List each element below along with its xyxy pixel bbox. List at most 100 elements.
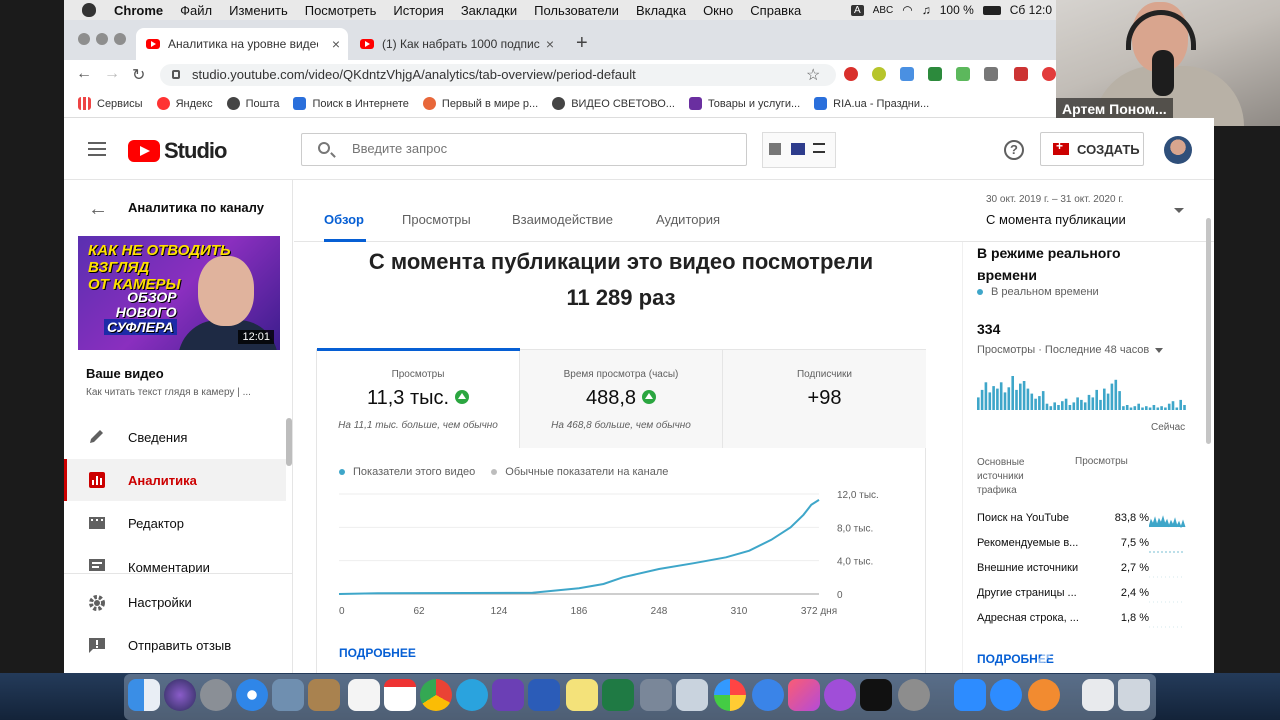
- bookmark-services[interactable]: Сервисы: [78, 97, 143, 110]
- date-range-dates[interactable]: 30 окт. 2019 г. – 31 окт. 2020 г.: [986, 194, 1124, 205]
- menu-history[interactable]: История: [393, 3, 443, 18]
- realtime-bar[interactable]: [1156, 407, 1160, 411]
- extension-4-icon[interactable]: [928, 67, 942, 81]
- realtime-bar[interactable]: [1148, 407, 1152, 411]
- bookmark-mail[interactable]: Пошта: [226, 97, 279, 110]
- input-language[interactable]: A: [851, 4, 864, 16]
- bookmark-goods[interactable]: Товары и услуги...: [688, 97, 800, 110]
- photos-icon[interactable]: [714, 679, 746, 711]
- apple-icon[interactable]: [82, 3, 96, 17]
- realtime-bar[interactable]: [1167, 403, 1171, 410]
- realtime-bar[interactable]: [1160, 406, 1163, 410]
- bookmark-yandex[interactable]: Яндекс: [156, 97, 213, 110]
- play-tool-icon[interactable]: [791, 143, 805, 155]
- search-input[interactable]: [352, 141, 732, 156]
- realtime-bar[interactable]: [1038, 396, 1041, 410]
- realtime-bar[interactable]: [1133, 406, 1137, 410]
- realtime-bar[interactable]: [1099, 399, 1102, 410]
- menu-help[interactable]: Справка: [750, 3, 801, 18]
- photo-app-icon[interactable]: [640, 679, 672, 711]
- word-icon[interactable]: [528, 679, 560, 711]
- new-tab-plus-icon[interactable]: +: [576, 32, 588, 55]
- realtime-bar[interactable]: [1011, 376, 1014, 410]
- realtime-bar[interactable]: [1129, 407, 1133, 411]
- menu-tab[interactable]: Вкладка: [636, 3, 686, 18]
- utility-icon[interactable]: [676, 679, 708, 711]
- realtime-period-dropdown[interactable]: Просмотры · Последние 48 часов: [977, 344, 1164, 356]
- realtime-bar[interactable]: [1061, 401, 1064, 410]
- chart-tool-icon[interactable]: [769, 143, 781, 155]
- nav-feedback[interactable]: Отправить отзыв: [64, 624, 286, 666]
- extension-2-icon[interactable]: [872, 67, 886, 81]
- podcasts-icon[interactable]: [824, 679, 856, 711]
- nav-details[interactable]: Сведения: [64, 416, 286, 458]
- realtime-bar[interactable]: [1141, 407, 1144, 411]
- menu-bookmarks[interactable]: Закладки: [461, 3, 517, 18]
- realtime-bar[interactable]: [1064, 398, 1068, 410]
- telegram-icon[interactable]: [456, 679, 488, 711]
- calendar-icon[interactable]: [384, 679, 416, 711]
- browser-tab-analytics[interactable]: Аналитика на уровне видео ×: [136, 28, 348, 60]
- music-icon[interactable]: [788, 679, 820, 711]
- menu-edit[interactable]: Изменить: [229, 3, 288, 18]
- realtime-bar[interactable]: [1072, 402, 1076, 410]
- realtime-bar[interactable]: [992, 386, 995, 410]
- apple-tv-icon[interactable]: [860, 679, 892, 711]
- views-line-chart[interactable]: 0 4,0 тыс. 8,0 тыс. 12,0 тыс. 0 62 124 186 248 31…: [333, 488, 913, 638]
- realtime-bar[interactable]: [1034, 398, 1037, 410]
- notes-book-icon[interactable]: [308, 679, 340, 711]
- realtime-bar[interactable]: [1171, 401, 1175, 410]
- realtime-bar[interactable]: [999, 382, 1003, 410]
- realtime-bar[interactable]: [1053, 402, 1056, 410]
- realtime-bar[interactable]: [1022, 381, 1026, 410]
- system-preferences-gear-icon[interactable]: [898, 679, 930, 711]
- realtime-bar[interactable]: [1095, 389, 1098, 410]
- series-line-this-video[interactable]: [338, 499, 820, 595]
- metric-subscribers[interactable]: Подписчики +98: [723, 350, 926, 448]
- address-bar[interactable]: studio.youtube.com/video/QKdntzVhjgA/ana…: [160, 64, 836, 86]
- record-app-icon[interactable]: [1028, 679, 1060, 711]
- browser-tab-second[interactable]: (1) Как набрать 1000 подпис ×: [350, 28, 562, 60]
- excel-icon[interactable]: [602, 679, 634, 711]
- studio-logo[interactable]: Studio: [128, 138, 227, 164]
- back-arrow-icon[interactable]: ←: [88, 198, 108, 221]
- realtime-bar[interactable]: [1110, 383, 1114, 410]
- teamviewer-icon[interactable]: [990, 679, 1022, 711]
- tab-audience[interactable]: Аудитория: [656, 212, 720, 227]
- realtime-bar[interactable]: [1019, 383, 1022, 410]
- realtime-bar[interactable]: [1125, 405, 1129, 410]
- metric-views[interactable]: Просмотры 11,3 тыс. На 11,1 тыс. больше,…: [317, 348, 520, 448]
- realtime-bar[interactable]: [977, 397, 980, 410]
- realtime-bar[interactable]: [1122, 406, 1125, 410]
- wifi-icon[interactable]: ◠: [902, 3, 912, 17]
- finder-icon[interactable]: [128, 679, 160, 711]
- realtime-bar[interactable]: [1183, 405, 1186, 410]
- extension-6-icon[interactable]: [984, 67, 998, 81]
- tab-overview[interactable]: Обзор: [324, 212, 364, 227]
- page-scrollbar[interactable]: [1206, 218, 1211, 444]
- bookmark-ria[interactable]: RIA.ua - Праздни...: [814, 97, 929, 110]
- realtime-bar[interactable]: [1118, 391, 1121, 410]
- stickies-icon[interactable]: [566, 679, 598, 711]
- realtime-bar[interactable]: [1030, 393, 1034, 410]
- reload-icon[interactable]: ↻: [132, 65, 145, 85]
- forward-arrow-icon[interactable]: →: [104, 65, 120, 83]
- create-button[interactable]: СОЗДАТЬ: [1040, 132, 1144, 166]
- menu-app-name[interactable]: Chrome: [114, 3, 163, 18]
- menu-users[interactable]: Пользователи: [534, 3, 619, 18]
- reminders-icon[interactable]: [348, 679, 380, 711]
- realtime-bar[interactable]: [1087, 394, 1091, 410]
- traffic-source-row[interactable]: Внешние источники 2,7 %: [977, 562, 1187, 582]
- realtime-bar[interactable]: [1041, 391, 1045, 410]
- realtime-bar[interactable]: [1007, 387, 1011, 410]
- studio-search[interactable]: [301, 133, 747, 166]
- window-minimize-dot[interactable]: [96, 33, 108, 45]
- realtime-bar[interactable]: [996, 388, 999, 410]
- siri-icon[interactable]: [164, 679, 196, 711]
- back-arrow-icon[interactable]: ←: [76, 65, 92, 83]
- sidebar-scrollbar[interactable]: [286, 418, 292, 466]
- extension-8-icon[interactable]: [1042, 67, 1056, 81]
- battery-icon[interactable]: [982, 5, 1001, 15]
- extension-1-icon[interactable]: [844, 67, 858, 81]
- realtime-bar[interactable]: [1049, 406, 1053, 410]
